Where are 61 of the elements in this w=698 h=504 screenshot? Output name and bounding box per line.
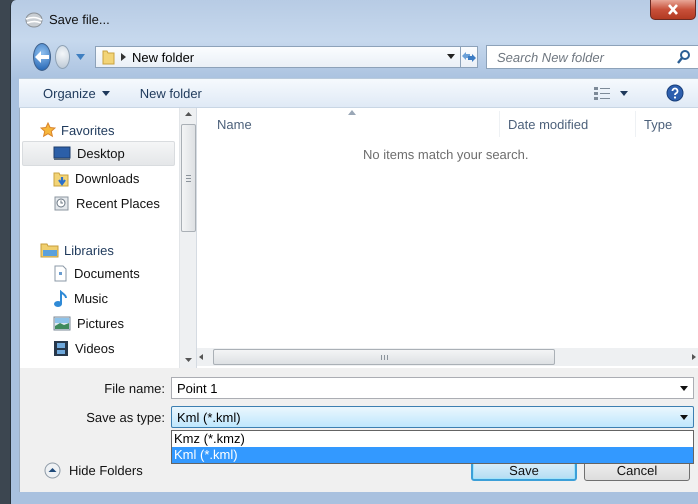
folder-icon — [102, 49, 115, 65]
caret-icon — [102, 90, 110, 96]
column-header[interactable]: Date modified — [500, 111, 636, 137]
grip-icon — [186, 174, 190, 182]
sidebar-item[interactable]: Music — [22, 286, 175, 311]
sort-arrow-icon — [348, 110, 356, 115]
file-type-dropdown[interactable]: Kml (*.kml) — [171, 406, 694, 428]
search-icon — [677, 50, 690, 64]
monitor-icon — [53, 146, 71, 161]
column-header[interactable]: Type — [636, 111, 698, 137]
close-icon — [667, 4, 679, 15]
scroll-left-icon — [197, 353, 205, 361]
refresh-button[interactable] — [461, 46, 478, 68]
history-dropdown-button[interactable] — [74, 54, 87, 60]
app-globe-icon — [25, 12, 43, 28]
collapse-up-icon — [44, 462, 61, 478]
sidebar-item[interactable]: Documents — [22, 261, 175, 286]
file-name-field[interactable]: Point 1 — [171, 377, 694, 399]
field-label: File name: — [103, 380, 165, 396]
search-box[interactable]: Search New folder — [486, 45, 698, 69]
breadcrumb-arrow-icon — [121, 53, 126, 61]
caret-icon — [76, 54, 85, 60]
sidebar-item[interactable]: Downloads — [22, 166, 175, 191]
library-folder-icon — [40, 242, 59, 258]
sidebar-item[interactable]: Recent Places — [22, 191, 175, 216]
field-label: Save as type: — [85, 410, 165, 424]
sidebar-item[interactable]: Videos — [22, 336, 175, 361]
horizontal-scrollbar[interactable] — [197, 348, 698, 366]
document-icon — [53, 265, 68, 282]
back-button[interactable] — [33, 43, 51, 71]
scroll-right-icon — [690, 353, 698, 361]
sidebar-group[interactable]: Libraries — [22, 239, 175, 261]
address-bar[interactable]: New folder — [95, 46, 461, 68]
caret-icon — [680, 414, 688, 420]
picture-icon — [53, 316, 71, 331]
dropdown-option[interactable]: Kmz (*.kmz) — [172, 431, 693, 447]
sidebar-group[interactable]: Favorites — [22, 119, 175, 141]
column-header[interactable]: Name — [197, 111, 500, 137]
film-icon — [53, 340, 69, 357]
star-icon — [40, 122, 56, 138]
hide-folders-button[interactable]: Hide Folders — [44, 462, 143, 478]
search-field[interactable]: Search New folder — [495, 48, 677, 66]
breadcrumb-folder[interactable]: New folder — [132, 50, 438, 64]
left-arrow-icon — [34, 50, 50, 64]
sidebar-item[interactable]: Desktop — [22, 141, 175, 166]
sidebar-item[interactable]: Pictures — [22, 311, 175, 336]
folder-download-icon — [53, 170, 69, 187]
grip-icon — [380, 354, 388, 360]
caret-icon — [620, 90, 628, 96]
close-button[interactable] — [650, 0, 696, 20]
refresh-arrows-icon — [461, 51, 477, 63]
music-note-icon — [53, 290, 68, 308]
caret-icon — [680, 386, 688, 390]
new-folder-button[interactable]: New folder — [134, 82, 208, 104]
organize-menu-button[interactable]: Organize — [37, 82, 116, 104]
empty-message: No items match your search. — [363, 147, 528, 162]
view-list-icon — [594, 86, 610, 100]
help-icon — [666, 84, 684, 102]
vertical-scrollbar[interactable] — [179, 108, 196, 368]
window-title: Save file... — [49, 12, 110, 27]
recent-places-icon — [53, 195, 70, 212]
